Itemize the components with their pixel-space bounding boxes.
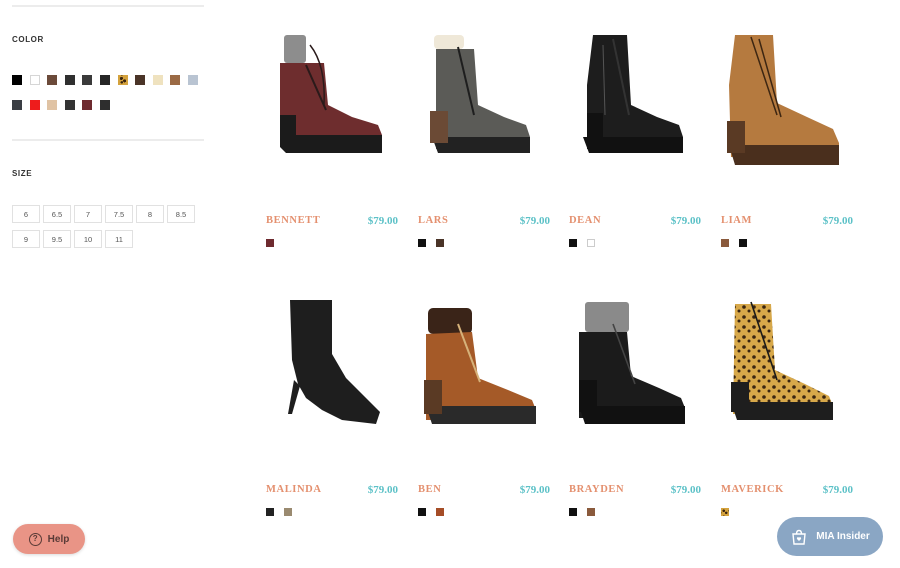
product-swatches (569, 239, 605, 247)
product-card-bennett[interactable]: BENNETT $79.00 (266, 25, 398, 247)
product-price: $79.00 (367, 215, 398, 227)
color-swatch-red[interactable] (29, 100, 40, 110)
color-swatch-row (12, 75, 206, 85)
help-button-label: Help (47, 533, 70, 545)
product-price: $79.00 (822, 484, 853, 496)
product-name[interactable]: MALINDA (266, 484, 322, 495)
color-swatch-black-3[interactable] (99, 100, 110, 110)
product-swatches (721, 508, 739, 516)
size-option[interactable]: 10 (74, 230, 102, 248)
color-swatch-charcoal[interactable] (64, 75, 75, 85)
color-swatch-leopard[interactable] (118, 75, 128, 85)
color-swatch-brown[interactable] (47, 75, 58, 85)
product-swatches (418, 239, 454, 247)
size-option[interactable]: 9 (12, 230, 40, 248)
product-color-swatch[interactable] (418, 508, 426, 516)
color-swatch-graphite[interactable] (64, 100, 75, 110)
size-option-row: 9 9.5 10 11 (12, 230, 136, 248)
color-swatch-slate[interactable] (12, 100, 22, 110)
product-name[interactable]: DEAN (569, 215, 601, 226)
product-price: $79.00 (670, 484, 701, 496)
size-option[interactable]: 9.5 (43, 230, 71, 248)
product-color-swatch[interactable] (569, 239, 577, 247)
color-filter-title: COLOR (12, 35, 44, 44)
size-option-row: 6 6.5 7 7.5 8 8.5 (12, 205, 198, 223)
mia-insider-button[interactable]: MIA Insider (777, 517, 883, 556)
shopping-bag-heart-icon (792, 529, 807, 545)
size-option[interactable]: 6.5 (43, 205, 71, 223)
product-color-swatch[interactable] (266, 508, 274, 516)
product-color-swatch[interactable] (721, 239, 729, 247)
product-card-dean[interactable]: DEAN $79.00 (569, 25, 701, 247)
color-swatch-burgundy[interactable] (82, 100, 93, 110)
product-swatches (569, 508, 605, 516)
product-color-swatch[interactable] (569, 508, 577, 516)
product-color-swatch[interactable] (418, 239, 426, 247)
product-name[interactable]: BENNETT (266, 215, 320, 226)
product-card-liam[interactable]: LIAM $79.00 (721, 25, 853, 247)
product-image[interactable] (569, 25, 701, 175)
color-swatch-row (12, 100, 118, 110)
color-swatch-black[interactable] (12, 75, 22, 85)
product-color-swatch[interactable] (587, 239, 595, 247)
color-swatch-light-blue-gray[interactable] (187, 75, 198, 85)
product-color-swatch[interactable] (587, 508, 595, 516)
product-image[interactable] (266, 294, 398, 444)
product-card-brayden[interactable]: BRAYDEN $79.00 (569, 294, 701, 516)
product-card-ben[interactable]: BEN $79.00 (418, 294, 550, 516)
product-image[interactable] (418, 25, 550, 175)
product-image[interactable] (569, 294, 701, 444)
product-name[interactable]: LIAM (721, 215, 752, 226)
help-button[interactable]: ? Help (13, 524, 85, 554)
product-price: $79.00 (519, 484, 550, 496)
color-swatch-dark-gray[interactable] (82, 75, 93, 85)
mia-insider-label: MIA Insider (816, 531, 870, 542)
color-swatch-black-2[interactable] (99, 75, 110, 85)
filter-sidebar: COLOR SIZE 6 6.5 7 7.5 8 8.5 9 9.5 10 11 (12, 0, 204, 568)
product-price: $79.00 (670, 215, 701, 227)
product-swatches (266, 239, 284, 247)
product-image[interactable] (721, 25, 853, 175)
product-swatches (721, 239, 757, 247)
product-image[interactable] (721, 294, 853, 444)
size-option[interactable]: 8.5 (167, 205, 195, 223)
product-name[interactable]: LARS (418, 215, 448, 226)
product-name[interactable]: MAVERICK (721, 484, 784, 495)
product-name[interactable]: BRAYDEN (569, 484, 624, 495)
color-swatch-cream[interactable] (152, 75, 163, 85)
color-swatch-dark-brown[interactable] (135, 75, 146, 85)
color-swatch-nude[interactable] (47, 100, 58, 110)
size-option[interactable]: 11 (105, 230, 133, 248)
product-color-swatch[interactable] (284, 508, 292, 516)
size-filter-title: SIZE (12, 169, 33, 178)
product-image[interactable] (266, 25, 398, 175)
size-option[interactable]: 7.5 (105, 205, 133, 223)
product-color-swatch[interactable] (436, 239, 444, 247)
product-swatches (418, 508, 454, 516)
product-price: $79.00 (367, 484, 398, 496)
size-option[interactable]: 8 (136, 205, 164, 223)
product-image[interactable] (418, 294, 550, 444)
product-color-swatch[interactable] (721, 508, 729, 516)
product-color-swatch[interactable] (739, 239, 747, 247)
product-name[interactable]: BEN (418, 484, 441, 495)
divider (12, 5, 204, 7)
question-circle-icon: ? (28, 532, 42, 546)
product-card-maverick[interactable]: MAVERICK $79.00 (721, 294, 853, 515)
size-option[interactable]: 7 (74, 205, 102, 223)
product-swatches (266, 508, 302, 516)
product-color-swatch[interactable] (436, 508, 444, 516)
product-price: $79.00 (519, 215, 550, 227)
product-card-lars[interactable]: LARS $79.00 (418, 25, 550, 247)
color-swatch-cognac[interactable] (170, 75, 181, 85)
product-price: $79.00 (822, 215, 853, 227)
color-swatch-white[interactable] (29, 75, 40, 85)
size-option[interactable]: 6 (12, 205, 40, 223)
product-color-swatch[interactable] (266, 239, 274, 247)
divider (12, 139, 204, 141)
product-card-malinda[interactable]: MALINDA $79.00 (266, 294, 398, 516)
